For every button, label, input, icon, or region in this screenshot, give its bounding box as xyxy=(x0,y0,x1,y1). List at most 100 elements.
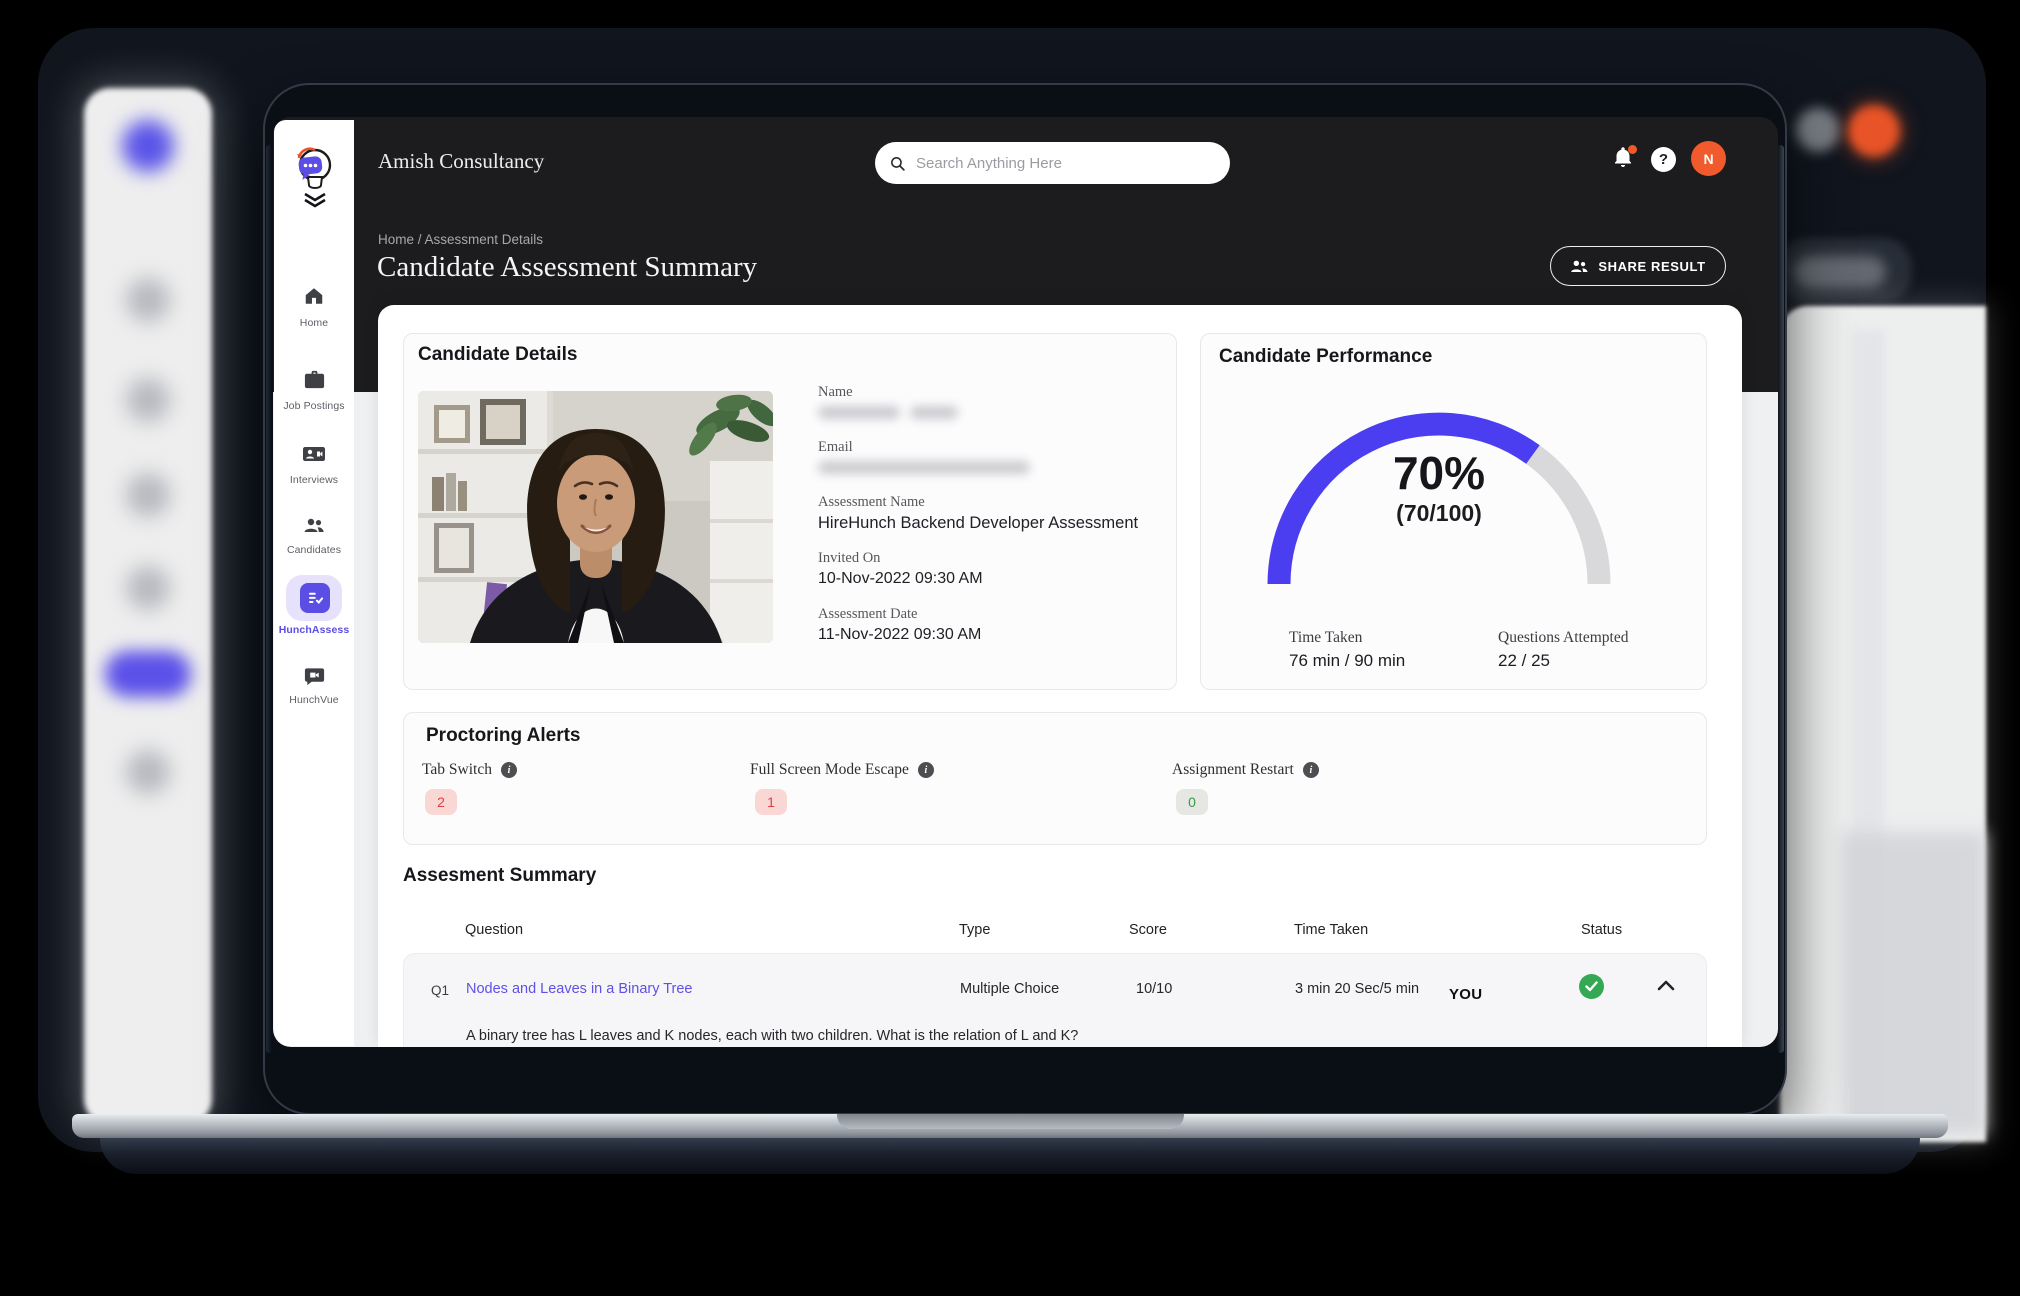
briefcase-icon xyxy=(304,370,324,389)
blurred-panel-gray-block xyxy=(1842,832,1986,1134)
laptop-shadow xyxy=(190,1168,1830,1216)
candidate-photo xyxy=(418,391,773,643)
assessment-summary-heading: Assesment Summary xyxy=(403,865,597,886)
column-header-time-taken: Time Taken xyxy=(1294,922,1369,938)
candidate-performance-card: Candidate Performance 70% (70/100) Time … xyxy=(1200,333,1707,690)
column-header-type: Type xyxy=(959,922,991,938)
question-type: Multiple Choice xyxy=(960,981,1060,997)
email-value-blurred xyxy=(818,461,1030,474)
time-taken-label: Time Taken xyxy=(1289,629,1363,646)
alert-label-text: Assignment Restart xyxy=(1172,761,1294,778)
question-score: 10/10 xyxy=(1136,981,1173,997)
video-chat-icon xyxy=(304,668,324,686)
sidebar: Home Job Postings Interviews Candidates … xyxy=(274,120,354,1046)
candidate-details-card: Candidate Details Name Email Assessment … xyxy=(403,333,1177,690)
page-title: Candidate Assessment Summary xyxy=(377,251,758,283)
blurred-sidebar-window xyxy=(84,88,212,1125)
blurred-active-pill xyxy=(105,651,191,697)
alert-tab-switch: Tab Switch i xyxy=(422,761,517,779)
question-link[interactable]: Nodes and Leaves in a Binary Tree xyxy=(466,981,693,997)
questions-attempted-label: Questions Attempted xyxy=(1498,629,1629,646)
blurred-logo-blob xyxy=(122,120,174,172)
laptop-deck-notch xyxy=(837,1114,1184,1129)
status-correct-icon xyxy=(1579,974,1604,999)
field-label-email: Email xyxy=(818,439,853,455)
question-detail: A binary tree has L leaves and K nodes, … xyxy=(466,1028,1079,1044)
proctoring-alerts-card: Proctoring Alerts Tab Switch i 2 Full Sc… xyxy=(403,712,1707,845)
blurred-avatar xyxy=(126,750,170,794)
app-window: Home Job Postings Interviews Candidates … xyxy=(273,117,1778,1047)
share-people-icon xyxy=(1571,260,1588,272)
time-taken-value: 76 min / 90 min xyxy=(1289,651,1406,670)
sidebar-item-label: Candidates xyxy=(286,544,342,556)
user-avatar[interactable]: N xyxy=(1691,141,1726,176)
assessment-checklist-icon xyxy=(300,583,330,613)
assessment-date-value: 11-Nov-2022 09:30 AM xyxy=(818,626,982,643)
field-label-assessment-name: Assessment Name xyxy=(818,494,925,510)
blurred-circle xyxy=(1796,108,1840,152)
help-button[interactable]: ? xyxy=(1651,147,1676,172)
score-fraction: (70/100) xyxy=(1396,500,1482,526)
alert-label-text: Full Screen Mode Escape xyxy=(750,761,909,778)
blurred-avatar xyxy=(126,473,170,517)
column-header-score: Score xyxy=(1129,922,1167,938)
assignment-restart-count-badge: 0 xyxy=(1176,789,1208,815)
marketing-scene: Home Job Postings Interviews Candidates … xyxy=(0,0,2020,1296)
info-icon[interactable]: i xyxy=(1302,762,1319,778)
candidate-details-heading: Candidate Details xyxy=(418,344,578,365)
breadcrumb[interactable]: Home / Assessment Details xyxy=(378,232,543,247)
search-icon xyxy=(891,156,905,171)
blurred-toolbar-pill xyxy=(1794,256,1886,288)
interview-card-icon xyxy=(303,447,325,461)
cursor-label-you: YOU xyxy=(1449,986,1483,1003)
sidebar-item-label: HunchVue xyxy=(289,694,339,706)
laptop-base-bottom xyxy=(100,1138,1920,1174)
search-input[interactable] xyxy=(916,154,1216,172)
share-result-button[interactable]: SHARE RESULT xyxy=(1550,246,1726,286)
questions-attempted-value: 22 / 25 xyxy=(1498,651,1550,670)
company-name: Amish Consultancy xyxy=(378,149,545,173)
alert-assignment-restart: Assignment Restart i xyxy=(1172,761,1319,779)
blurred-avatar xyxy=(126,566,170,610)
fullscreen-escape-count-badge: 1 xyxy=(755,789,787,815)
info-icon[interactable]: i xyxy=(917,762,934,778)
notification-badge-dot xyxy=(1628,145,1637,154)
sidebar-item-candidates[interactable] xyxy=(274,514,354,564)
candidate-performance-heading: Candidate Performance xyxy=(1219,346,1433,367)
people-icon xyxy=(304,518,324,532)
tab-switch-count-badge: 2 xyxy=(425,789,457,815)
sidebar-item-label: Job Postings xyxy=(283,400,345,412)
laptop-edge-highlight xyxy=(1777,145,1784,1053)
alert-fullscreen-escape: Full Screen Mode Escape i xyxy=(750,761,934,779)
hunchhire-logo xyxy=(297,147,332,208)
sidebar-item-label: HunchAssess xyxy=(278,624,350,636)
column-header-status: Status xyxy=(1581,922,1623,938)
invited-on-value: 10-Nov-2022 09:30 AM xyxy=(818,570,983,587)
sidebar-item-label: Interviews xyxy=(289,474,339,486)
search-bar[interactable] xyxy=(875,142,1230,184)
proctoring-alerts-heading: Proctoring Alerts xyxy=(426,725,581,746)
alert-label-text: Tab Switch xyxy=(422,761,492,778)
field-label-name: Name xyxy=(818,384,853,400)
question-row[interactable]: Q1 Nodes and Leaves in a Binary Tree Mul… xyxy=(403,953,1707,1047)
name-value-blurred xyxy=(818,406,900,419)
field-label-invited-on: Invited On xyxy=(818,550,881,566)
question-time: 3 min 20 Sec/5 min xyxy=(1295,981,1420,997)
sidebar-item-label: Home xyxy=(299,317,329,329)
column-header-question: Question xyxy=(465,922,524,938)
blurred-avatar xyxy=(126,378,170,422)
score-percent: 70% xyxy=(1392,447,1486,499)
blurred-avatar xyxy=(126,278,170,322)
assessment-name-value: HireHunch Backend Developer Assessment xyxy=(818,514,1139,532)
notification-bell-button[interactable] xyxy=(1611,145,1639,173)
field-label-assessment-date: Assessment Date xyxy=(818,606,918,622)
info-icon[interactable]: i xyxy=(500,762,517,778)
name-value-blurred xyxy=(910,406,958,419)
laptop-edge-highlight xyxy=(266,145,272,1053)
blurred-orange-circle xyxy=(1848,105,1900,157)
question-id: Q1 xyxy=(431,983,450,998)
collapse-chevron-icon[interactable] xyxy=(1657,978,1675,996)
home-icon xyxy=(305,288,323,304)
share-result-label: SHARE RESULT xyxy=(1598,258,1706,274)
sidebar-item-hunchvue[interactable] xyxy=(274,665,354,715)
